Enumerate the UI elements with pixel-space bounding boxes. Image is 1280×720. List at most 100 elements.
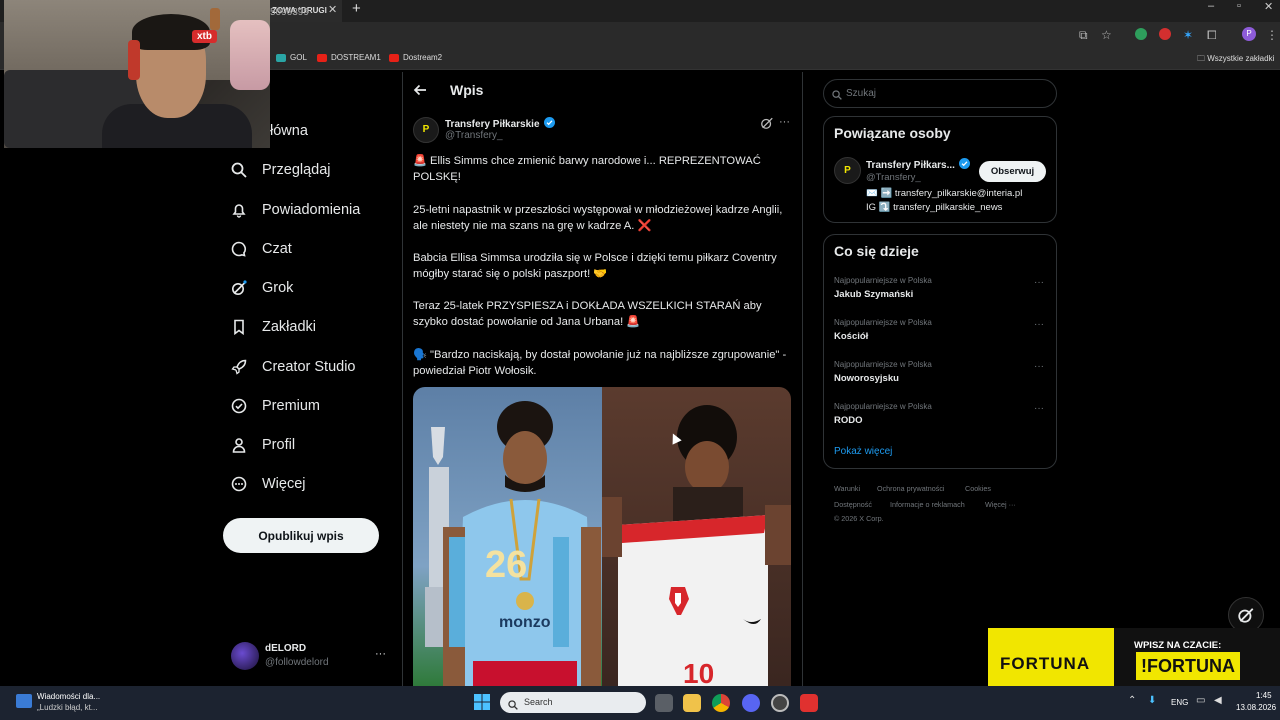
user-name: dELORD [265,643,307,654]
bookmark-gol[interactable]: GOL [276,53,307,62]
sidebar-item-premium[interactable]: Premium [230,394,320,418]
footer-link[interactable]: Informacje o reklamach [890,500,965,509]
bookmark-dostream1[interactable]: DOSTREAM1 [317,53,381,62]
clock-time[interactable]: 1:45 [1256,691,1272,700]
chrome-icon[interactable] [712,694,730,712]
profile-icon[interactable]: P [1242,27,1256,41]
tweet-paragraph: 🗣️ "Bardzo naciskają, by dostał powołani… [413,349,787,377]
obs-icon[interactable] [771,694,789,712]
app-icon[interactable] [800,694,818,712]
gol-icon [276,53,286,62]
trend-category: Najpopularniejsze w Polska [834,360,932,369]
sidebar-item-more[interactable]: Więcej [230,472,306,496]
tray-chevron-icon[interactable]: ⌃ [1128,695,1136,706]
sidebar-item-explore[interactable]: Przeglądaj [230,158,331,182]
clock-date[interactable]: 13.08.2026 [1236,703,1276,712]
tweet-more-icon[interactable]: ··· [779,116,790,128]
footer-link[interactable]: Dostępność [834,500,872,509]
related-bio-ig: IG ⤵️ transfery_pilkarskie_news [866,202,1003,213]
trend-name[interactable]: Noworosyjsku [834,373,899,384]
sidebar-item-label: Czat [262,241,292,257]
task-view-icon[interactable] [655,694,673,712]
youtube-icon [389,53,399,62]
notification-title[interactable]: Wiadomości dla... [37,692,100,701]
maximize-icon[interactable]: ▫ [1237,0,1241,12]
extension-icon[interactable] [1135,28,1147,40]
puzzle-icon[interactable]: ⧠ [1207,28,1217,43]
related-name-row[interactable]: Transfery Piłkars... [866,158,970,172]
author-name-row[interactable]: Transfery Piłkarskie [445,117,555,131]
page-title: Wpis [450,82,484,98]
sidebar-item-chat[interactable]: Czat [230,237,292,261]
sidebar-item-creator-studio[interactable]: Creator Studio [230,355,356,379]
trend-more-icon[interactable]: ··· [1034,319,1044,330]
footer-link[interactable]: Warunki [834,484,860,493]
author-avatar[interactable]: P [413,117,439,143]
show-more-link[interactable]: Pokaż więcej [834,446,892,457]
volume-icon[interactable]: ◀ [1214,695,1222,706]
trend-name[interactable]: Jakub Szymański [834,289,913,300]
extension-icon[interactable]: ✶ [1183,28,1193,42]
footer-link[interactable]: Ochrona prywatności [877,484,945,493]
sidebar-item-bookmarks[interactable]: Zakładki [230,315,316,339]
webcam-poster [230,20,270,90]
star-icon[interactable]: ☆ [1101,28,1112,42]
user-handle: @followdelord [265,657,329,668]
tweet-media[interactable]: 26 monzo 10 [413,387,791,686]
discord-icon[interactable] [742,694,760,712]
related-avatar[interactable]: P [834,157,861,184]
trend-name[interactable]: Kościół [834,331,868,342]
network-icon[interactable]: ▭ [1196,695,1205,706]
related-name: Transfery Piłkars... [866,159,955,171]
copyright: © 2026 X Corp. [834,514,884,523]
address-field[interactable]: 5096399 [266,4,1066,22]
tray-app-icon[interactable]: ⬇ [1148,695,1156,706]
right-jersey-number: 10 [683,658,714,686]
file-explorer-icon[interactable] [683,694,701,712]
all-bookmarks[interactable]: 🗀 Wszystkie zakładki [1197,53,1274,67]
sidebar-item-home[interactable]: łówna [270,119,308,143]
grok-explain-icon[interactable] [760,116,774,135]
verified-icon [230,397,248,415]
bookmark-dostream2[interactable]: Dostream2 [389,53,442,62]
rocket-icon [230,358,248,376]
sidebar-item-label: Creator Studio [262,359,356,375]
trend-more-icon[interactable]: ··· [1034,403,1044,414]
windows-start-icon[interactable] [474,694,490,715]
sidebar-item-grok[interactable]: Grok [230,276,293,300]
search-input[interactable]: Szukaj [823,79,1057,108]
tweet-photo: 26 monzo 10 [413,387,791,686]
footer-link[interactable]: Więcej ··· [985,500,1016,509]
close-window-icon[interactable]: ✕ [1264,0,1273,13]
sidebar-item-label: Powiadomienia [262,202,361,218]
language-indicator[interactable]: ENG [1171,698,1188,707]
ad-brand: FORTUNA [1000,654,1091,673]
sidebar-item-notifications[interactable]: Powiadomienia [230,198,360,222]
trend-name[interactable]: RODO [834,415,863,426]
follow-button[interactable]: Obserwuj [979,161,1046,182]
taskbar-search[interactable]: Search [500,692,646,713]
footer-link[interactable]: Cookies [965,484,991,493]
avatar[interactable] [231,642,259,670]
extension-icon[interactable] [1159,28,1171,40]
trend-category: Najpopularniejsze w Polska [834,276,932,285]
back-arrow-icon[interactable] [412,82,428,103]
author-name: Transfery Piłkarskie [445,118,540,130]
menu-icon[interactable]: ⋮ [1266,28,1278,42]
account-menu-icon[interactable]: ··· [375,648,386,660]
post-button[interactable]: Opublikuj wpis [223,518,379,553]
sidebar-item-profile[interactable]: Profil [230,433,295,457]
verified-badge-icon [958,158,970,172]
cast-icon[interactable]: ⧉ [1079,28,1088,43]
xtb-badge: xtb [192,30,217,43]
sidebar-item-label: Profil [262,437,296,453]
trend-category: Najpopularniejsze w Polska [834,402,932,411]
more-circle-icon [230,475,248,493]
news-widget-icon[interactable] [16,694,32,708]
sidebar-item-label: Zakładki [262,319,316,335]
ad-cta-main: !FORTUNA [1136,652,1240,680]
trend-more-icon[interactable]: ··· [1034,277,1044,288]
trend-more-icon[interactable]: ··· [1034,361,1044,372]
search-icon [508,697,518,715]
minimize-icon[interactable]: – [1208,0,1214,12]
